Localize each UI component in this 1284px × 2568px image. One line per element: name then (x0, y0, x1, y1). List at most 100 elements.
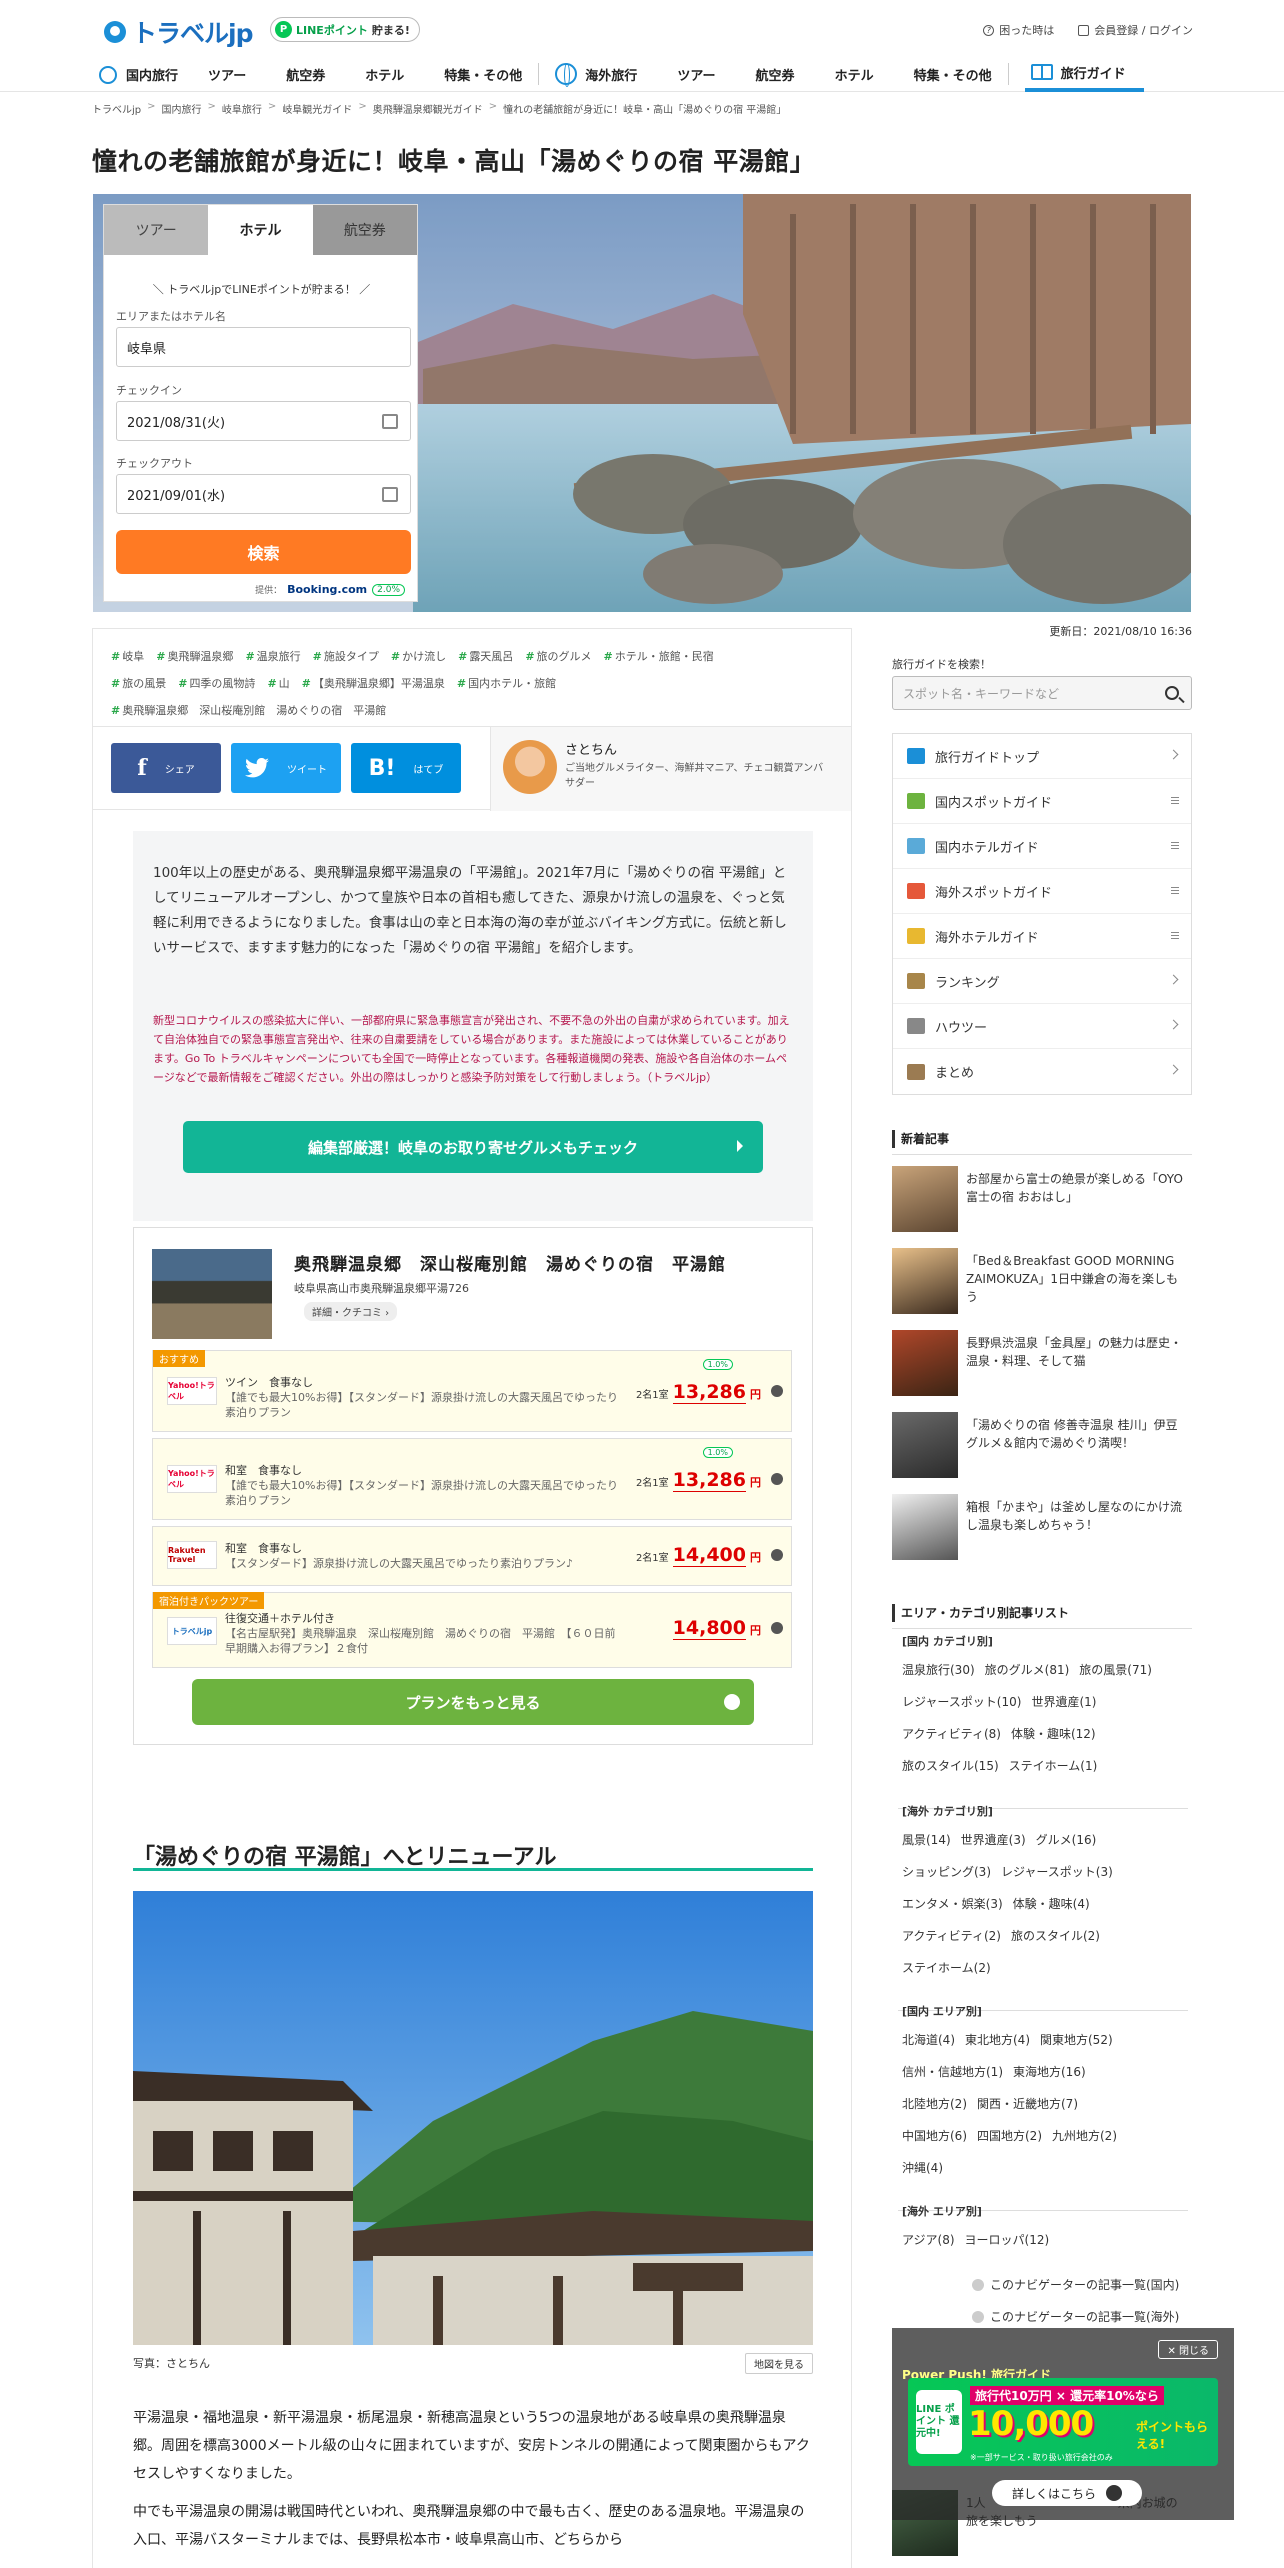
tab-hotel[interactable]: ホテル (208, 205, 313, 255)
site-logo[interactable]: トラベルjp (104, 14, 253, 50)
nav-overseas[interactable]: 海外旅行 (555, 56, 637, 92)
facebook-share-button[interactable]: f シェア (111, 743, 221, 793)
category-link[interactable]: レジャースポット(10) (902, 1695, 1021, 1709)
popup-close-button[interactable]: ✕ 閉じる (1158, 2340, 1218, 2359)
search-icon[interactable] (1165, 686, 1179, 700)
category-link[interactable]: 東海地方(16) (1013, 2065, 1086, 2079)
category-link[interactable]: 関東地方(52) (1040, 2033, 1113, 2047)
tag[interactable]: 施設タイプ (313, 650, 379, 663)
category-link[interactable]: 旅の風景(71) (1079, 1663, 1152, 1677)
news-item[interactable]: 箱根「かまや」は釜めし屋なのにかけ流し温泉も楽しめちゃう！ (892, 1494, 1192, 1562)
menu-guide-top[interactable]: 旅行ガイドトップ (893, 734, 1191, 779)
tab-tour[interactable]: ツアー (104, 205, 209, 255)
tag[interactable]: 奥飛騨温泉郷 (156, 650, 233, 663)
news-item[interactable]: 「Bed＆Breakfast GOOD MORNING ZAIMOKUZA」1日… (892, 1248, 1192, 1316)
plan-item[interactable]: おすすめ Yahoo!トラベル ツイン 食事なし 【誰でも最大10%お得】【スタン… (152, 1350, 792, 1432)
plan-item[interactable]: Yahoo!トラベル 和室 食事なし 【誰でも最大10%お得】【スタンダード】源泉… (152, 1438, 792, 1520)
more-plans-button[interactable]: プランをもっと見る (192, 1679, 754, 1725)
nav-overseas-tour[interactable]: ツアー (677, 56, 715, 92)
plan-item[interactable]: Rakuten Travel 和室 食事なし 【スタンダード】源泉掛け流しの大露天… (152, 1526, 792, 1586)
category-link[interactable]: 旅のグルメ(81) (985, 1663, 1070, 1677)
login-link[interactable]: 会員登録 / ログイン (1078, 22, 1193, 38)
category-link[interactable]: アクティビティ(8) (902, 1727, 1001, 1741)
news-item[interactable]: 「湯めぐりの宿 修善寺温泉 桂川」伊豆グルメ＆館内で湯めぐり満喫！ (892, 1412, 1192, 1480)
tag[interactable]: 露天風呂 (458, 650, 513, 663)
checkin-input[interactable]: 2021/08/31(火) (116, 401, 411, 441)
tag[interactable]: 温泉旅行 (245, 650, 300, 663)
category-link[interactable]: 旅のスタイル(15) (902, 1759, 999, 1773)
category-link[interactable]: アジア(8) (902, 2233, 955, 2247)
calendar-icon[interactable] (382, 414, 398, 429)
breadcrumb-item[interactable]: 奥飛騨温泉郷観光ガイド (373, 101, 483, 116)
tag[interactable]: 旅の風景 (111, 677, 166, 690)
bus-terminal-photo[interactable] (133, 1891, 813, 2345)
category-link[interactable]: ステイホーム(2) (902, 1961, 991, 1975)
menu-matome[interactable]: まとめ (893, 1049, 1191, 1094)
navigator-articles-overseas[interactable]: このナビゲーターの記事一覧(海外) (972, 2308, 1179, 2325)
tag[interactable]: 【奥飛騨温泉郷】平湯温泉 (302, 677, 445, 690)
author-card[interactable]: さとちん ご当地グルメライター、海鮮丼マニア、チェコ観賞アンバサダー (490, 727, 851, 811)
nav-overseas-special[interactable]: 特集・その他 (914, 56, 992, 92)
area-input[interactable]: 岐阜県 (116, 327, 411, 367)
category-link[interactable]: 信州・信越地方(1) (902, 2065, 1003, 2079)
category-link[interactable]: ステイホーム(1) (1009, 1759, 1098, 1773)
tag[interactable]: 旅のグルメ (525, 650, 591, 663)
navigator-articles-domestic[interactable]: このナビゲーターの記事一覧(国内) (972, 2276, 1179, 2293)
twitter-share-button[interactable]: ツイート (231, 743, 341, 793)
tab-air[interactable]: 航空券 (312, 205, 417, 255)
category-link[interactable]: 九州地方(2) (1052, 2129, 1117, 2143)
hotel-name[interactable]: 奥飛騨温泉郷 深山桜庵別館 湯めぐりの宿 平湯館 (294, 1250, 726, 1275)
tag[interactable]: 奥飛騨温泉郷 深山桜庵別館 湯めぐりの宿 平湯館 (111, 704, 386, 717)
category-link[interactable]: レジャースポット(3) (1001, 1865, 1113, 1879)
nav-domestic[interactable]: 国内旅行 (96, 56, 178, 92)
category-link[interactable]: 温泉旅行(30) (902, 1663, 975, 1677)
category-link[interactable]: ヨーロッパ(12) (965, 2233, 1050, 2247)
breadcrumb-item[interactable]: 国内旅行 (162, 101, 202, 116)
tag[interactable]: ホテル・旅館・民宿 (604, 650, 714, 663)
search-button[interactable]: 検索 (116, 530, 411, 574)
menu-domestic-hotel[interactable]: 国内ホテルガイド (893, 824, 1191, 869)
category-link[interactable]: 北陸地方(2) (902, 2097, 967, 2111)
breadcrumb-item[interactable]: 岐阜旅行 (222, 101, 262, 116)
category-link[interactable]: 中国地方(6) (902, 2129, 967, 2143)
category-link[interactable]: アクティビティ(2) (902, 1929, 1001, 1943)
menu-overseas-hotel[interactable]: 海外ホテルガイド (893, 914, 1191, 959)
category-link[interactable]: グルメ(16) (1036, 1833, 1097, 1847)
nav-travel-guide[interactable]: 旅行ガイド (1024, 56, 1144, 92)
tag[interactable]: 山 (267, 677, 289, 690)
breadcrumb-item[interactable]: 岐阜観光ガイド (282, 101, 352, 116)
category-link[interactable]: 風景(14) (902, 1833, 951, 1847)
nav-domestic-tour[interactable]: ツアー (208, 56, 246, 92)
category-link[interactable]: 四国地方(2) (977, 2129, 1042, 2143)
tag[interactable]: 国内ホテル・旅館 (457, 677, 556, 690)
hotel-thumbnail[interactable] (152, 1249, 272, 1339)
hotel-detail-link[interactable]: 詳細・クチコミ › (304, 1302, 398, 1321)
menu-howto[interactable]: ハウツー (893, 1004, 1191, 1049)
category-link[interactable]: 世界遺産(3) (961, 1833, 1026, 1847)
gourmet-button[interactable]: 編集部厳選！岐阜のお取り寄せグルメもチェック (183, 1121, 763, 1173)
menu-domestic-spot[interactable]: 国内スポットガイド (893, 779, 1191, 824)
checkout-input[interactable]: 2021/09/01(水) (116, 474, 411, 514)
tag[interactable]: 四季の風物詩 (178, 677, 255, 690)
popup-more-button[interactable]: 詳しくはこちら (992, 2480, 1142, 2506)
breadcrumb-item[interactable]: トラベルjp (92, 101, 141, 116)
nav-domestic-hotel[interactable]: ホテル (365, 56, 404, 92)
line-campaign-banner[interactable]: LINE ポイント 還元中! 旅行代10万円 × 還元率10%なら 10,000… (908, 2378, 1218, 2466)
category-link[interactable]: 旅のスタイル(2) (1011, 1929, 1100, 1943)
calendar-icon[interactable] (382, 487, 398, 502)
category-link[interactable]: 沖縄(4) (902, 2161, 943, 2175)
menu-overseas-spot[interactable]: 海外スポットガイド (893, 869, 1191, 914)
category-link[interactable]: エンタメ・娯楽(3) (902, 1897, 1003, 1911)
category-link[interactable]: 体験・趣味(12) (1011, 1727, 1096, 1741)
tag[interactable]: かけ流し (391, 650, 446, 663)
help-link[interactable]: ? 困った時は (983, 22, 1054, 38)
category-link[interactable]: 北海道(4) (902, 2033, 955, 2047)
nav-overseas-air[interactable]: 航空券 (756, 56, 795, 92)
hatena-share-button[interactable]: B! はてブ (351, 743, 461, 793)
category-link[interactable]: ショッピング(3) (902, 1865, 991, 1879)
nav-domestic-air[interactable]: 航空券 (286, 56, 325, 92)
menu-ranking[interactable]: ランキング (893, 959, 1191, 1004)
line-points-badge[interactable]: P LINEポイント 貯まる! (270, 17, 420, 42)
nav-overseas-hotel[interactable]: ホテル (835, 56, 874, 92)
category-link[interactable]: 東北地方(4) (965, 2033, 1030, 2047)
